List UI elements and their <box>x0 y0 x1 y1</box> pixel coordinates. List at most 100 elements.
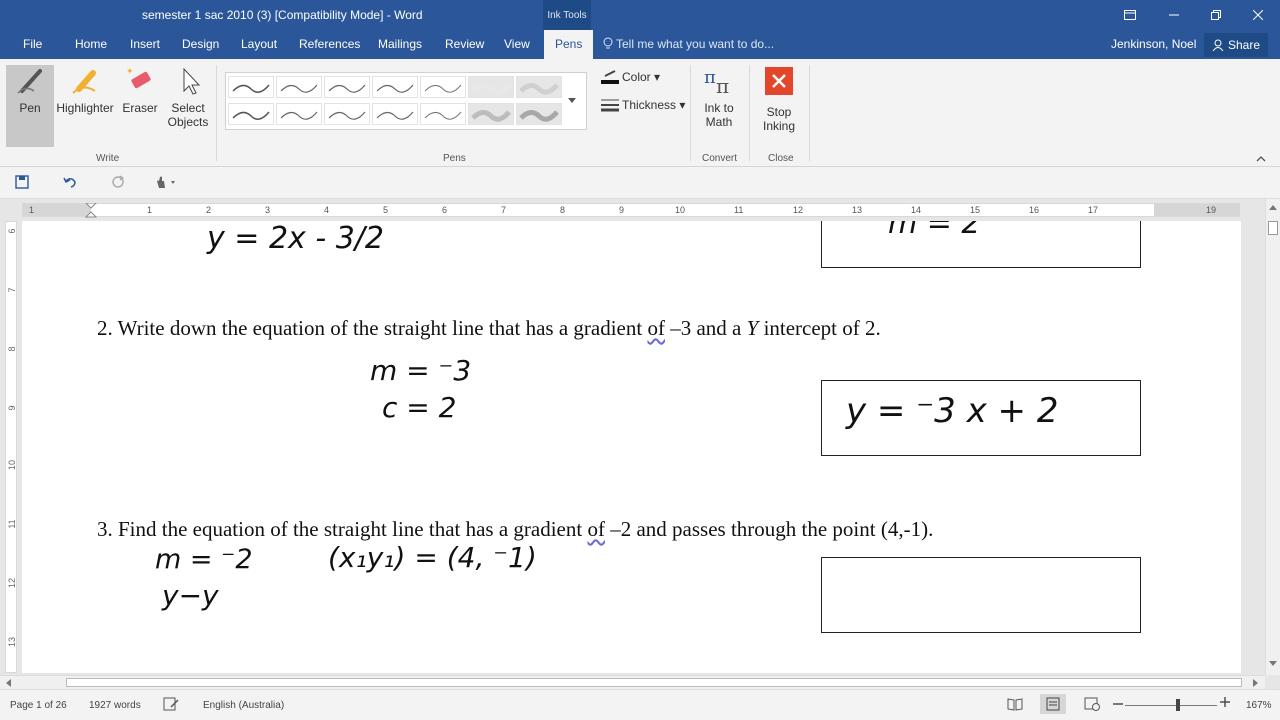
color-dropdown[interactable]: Color ▾ <box>601 70 660 84</box>
share-button[interactable]: Share <box>1204 33 1268 57</box>
quick-access-toolbar <box>0 167 1280 199</box>
scroll-down-icon[interactable] <box>1269 661 1277 667</box>
pen-swatch[interactable] <box>420 76 466 98</box>
web-layout-button[interactable] <box>1084 697 1100 714</box>
highlighter-swatch[interactable] <box>516 103 562 125</box>
language-indicator[interactable]: English (Australia) <box>203 700 284 711</box>
tab-view[interactable]: View <box>502 30 532 59</box>
touch-mode-button[interactable] <box>154 175 176 192</box>
ribbon-display-options-button[interactable] <box>1108 0 1152 30</box>
zoom-slider[interactable] <box>1125 705 1217 706</box>
word-count[interactable]: 1927 words <box>89 700 141 711</box>
print-layout-button[interactable] <box>1040 694 1066 714</box>
read-mode-icon <box>1007 698 1023 711</box>
select-objects-button[interactable]: Select Objects <box>165 65 211 129</box>
tell-me-search[interactable]: Tell me what you want to do... <box>603 30 774 59</box>
print-layout-icon <box>1046 697 1060 711</box>
pen-swatch[interactable] <box>228 76 274 98</box>
tab-design[interactable]: Design <box>180 30 221 59</box>
vertical-scrollbar[interactable] <box>1265 199 1280 675</box>
pen-stroke-icon <box>232 111 270 120</box>
window-title: semester 1 sac 2010 (3) [Compatibility M… <box>142 8 423 22</box>
user-name[interactable]: Jenkinson, Noel <box>1111 30 1196 59</box>
scroll-up-icon[interactable] <box>1269 204 1277 210</box>
vertical-ruler[interactable]: 6 7 8 9 10 11 12 13 <box>5 221 17 673</box>
restore-icon <box>1211 10 1221 20</box>
web-layout-icon <box>1084 697 1100 711</box>
status-bar: Page 1 of 26 1927 words English (Austral… <box>0 689 1280 720</box>
tab-pens[interactable]: Pens <box>544 30 594 59</box>
highlighter-swatch[interactable] <box>516 76 562 98</box>
zoom-slider-thumb[interactable] <box>1176 699 1180 711</box>
close-window-button[interactable] <box>1236 0 1280 30</box>
pen-stroke-icon <box>280 111 318 120</box>
ink-to-math-button[interactable]: ππ Ink to Math <box>696 65 742 129</box>
select-objects-label-1: Select <box>171 101 205 115</box>
pen-swatch[interactable] <box>324 76 370 98</box>
scroll-right-icon[interactable] <box>1253 679 1259 687</box>
highlighter-swatch[interactable] <box>468 76 514 98</box>
tab-mailings[interactable]: Mailings <box>376 30 424 59</box>
separator <box>749 65 750 161</box>
plus-icon <box>1220 697 1230 707</box>
collapse-ribbon-button[interactable] <box>1256 151 1266 165</box>
convert-group-label: Convert <box>702 153 738 164</box>
vertical-scroll-thumb[interactable] <box>1268 221 1278 235</box>
tab-layout[interactable]: Layout <box>239 30 279 59</box>
ruler-number: 2 <box>206 205 212 215</box>
tab-references[interactable]: References <box>297 30 362 59</box>
proofing-button[interactable] <box>163 697 179 714</box>
pen-swatch[interactable] <box>372 103 418 125</box>
read-mode-button[interactable] <box>1007 697 1023 714</box>
tab-file[interactable]: File <box>21 30 44 59</box>
eraser-button[interactable]: ✦ Eraser <box>119 65 161 115</box>
question-3-of: of <box>587 517 605 541</box>
horizontal-scroll-thumb[interactable] <box>66 678 1242 687</box>
redo-button[interactable] <box>111 175 125 192</box>
pen-gallery <box>225 72 587 130</box>
page-count[interactable]: Page 1 of 26 <box>10 700 67 711</box>
horizontal-scrollbar[interactable] <box>0 675 1265 689</box>
indent-marker-icon[interactable] <box>85 203 97 219</box>
scroll-left-icon[interactable] <box>5 679 11 687</box>
ruler-number: 3 <box>265 205 271 215</box>
chevron-down-icon <box>568 98 576 103</box>
save-button[interactable] <box>15 175 29 192</box>
pen-swatch[interactable] <box>372 76 418 98</box>
ink-q2-intercept: c = 2 <box>382 391 457 424</box>
select-objects-label-2: Objects <box>167 115 209 129</box>
pen-swatch[interactable] <box>420 103 466 125</box>
pen-swatch[interactable] <box>324 103 370 125</box>
eraser-icon: ✦ <box>126 66 151 89</box>
undo-button[interactable] <box>63 175 77 192</box>
chevron-up-icon <box>1256 156 1266 162</box>
pen-button[interactable]: Pen <box>6 65 54 115</box>
highlighter-swatch[interactable] <box>468 103 514 125</box>
tab-review[interactable]: Review <box>443 30 486 59</box>
horizontal-ruler[interactable]: 1 1 2 3 4 5 6 7 8 9 10 11 12 13 14 15 16… <box>22 203 1240 219</box>
minimize-button[interactable] <box>1152 0 1196 30</box>
highlighter-stroke-icon <box>519 83 559 95</box>
ruler-number: 13 <box>852 205 863 215</box>
cursor-arrow-icon <box>183 67 201 95</box>
gallery-more-button[interactable] <box>568 96 576 106</box>
highlighter-icon <box>72 70 96 94</box>
pen-swatch[interactable] <box>276 103 322 125</box>
restore-button[interactable] <box>1194 0 1238 30</box>
tab-insert[interactable]: Insert <box>128 30 162 59</box>
highlighter-button[interactable]: Highlighter <box>55 65 115 115</box>
pen-stroke-icon <box>424 111 462 120</box>
thickness-dropdown[interactable]: Thickness ▾ <box>601 98 685 112</box>
document-page[interactable]: y = 2x - 3/2 m = 2 2. Write down the equ… <box>22 221 1241 673</box>
pi-icon: ππ <box>704 67 729 97</box>
tab-home[interactable]: Home <box>73 30 109 59</box>
share-label: Share <box>1228 38 1261 52</box>
title-bar: semester 1 sac 2010 (3) [Compatibility M… <box>0 0 1280 30</box>
ink-q3-point: (x₁y₁) = (4, ⁻1) <box>328 541 537 574</box>
zoom-level[interactable]: 167% <box>1246 700 1272 711</box>
pen-swatch[interactable] <box>276 76 322 98</box>
zoom-in-button[interactable] <box>1220 697 1230 710</box>
stop-inking-button[interactable]: Stop Inking <box>757 65 801 133</box>
pen-swatch[interactable] <box>228 103 274 125</box>
zoom-out-button[interactable] <box>1113 696 1123 712</box>
